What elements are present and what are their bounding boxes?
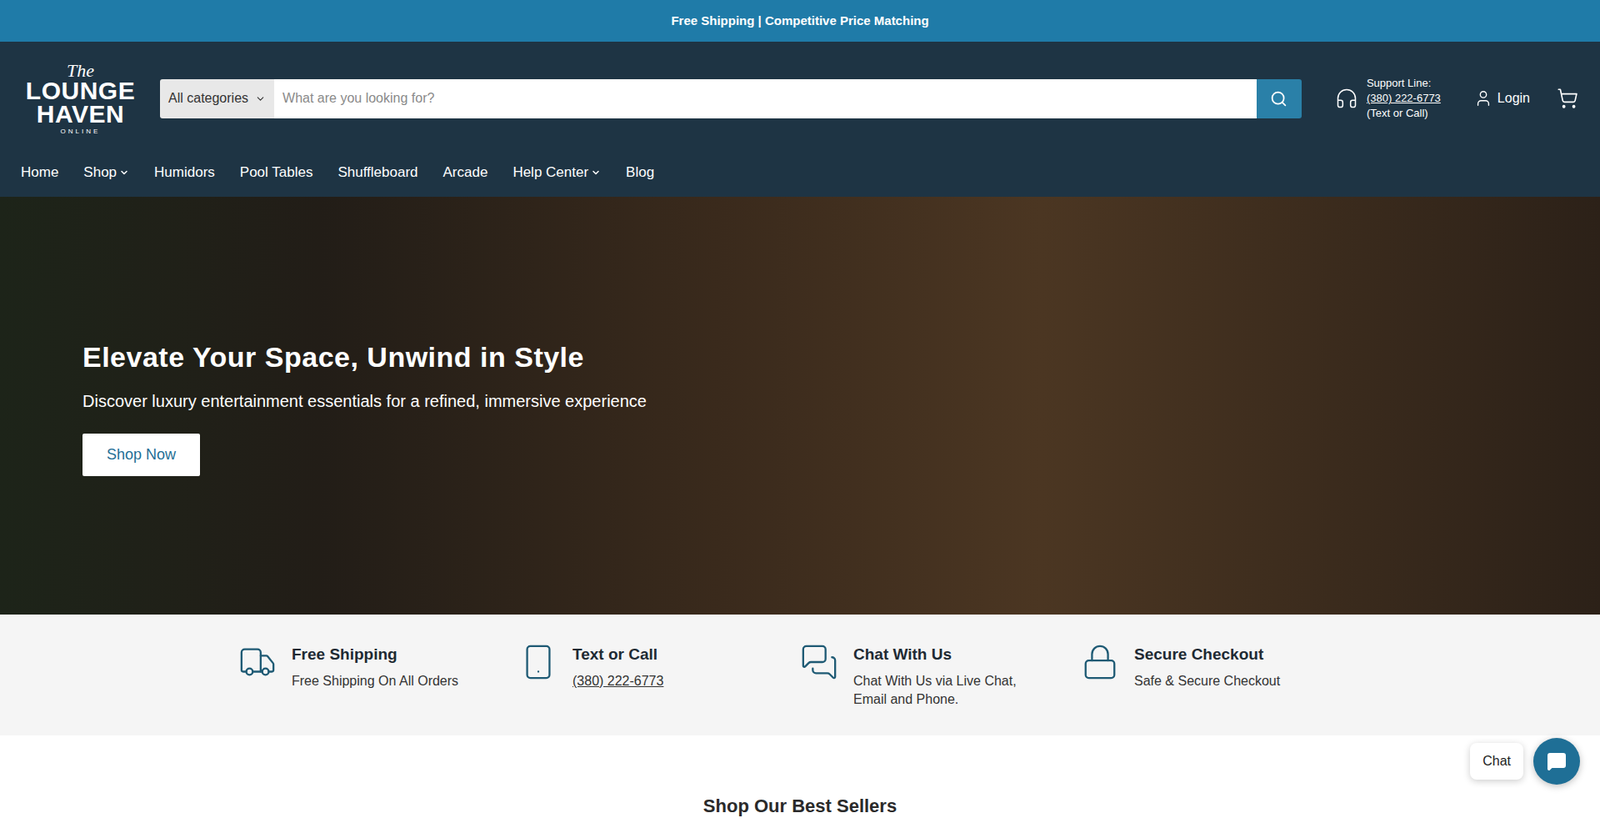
nav-item[interactable]: Pool Tables (240, 161, 314, 184)
login-link[interactable]: Login (1474, 88, 1530, 109)
cart-button[interactable] (1556, 87, 1579, 110)
chevron-down-icon (119, 167, 130, 178)
main-nav: Home Shop Humidors Pool Tables Shuffleboard A… (0, 155, 1600, 197)
logo[interactable]: TheLOUNGEHAVENONLINE (24, 62, 137, 135)
search-button[interactable] (1256, 79, 1302, 119)
chat-icon (1546, 750, 1567, 771)
nav-item[interactable]: Shuffleboard (337, 161, 418, 184)
lock-icon (1080, 642, 1120, 681)
nav-item[interactable]: Shop (83, 161, 130, 184)
search-icon (1270, 90, 1288, 108)
support-phone[interactable]: (380) 222-6773 (1366, 90, 1441, 106)
chat-button[interactable] (1533, 737, 1580, 785)
phone-icon (519, 642, 558, 681)
search-input[interactable]: What are you looking for? (274, 79, 1257, 119)
chat-widget: Chat (1470, 737, 1580, 785)
user-icon (1474, 89, 1493, 108)
shop-now-button[interactable]: Shop Now (82, 433, 200, 476)
features-strip: Free ShippingFree Shipping On All Orders… (0, 614, 1600, 735)
feature-item: Secure CheckoutSafe & Secure Checkout (1080, 642, 1362, 735)
feature-text: Safe & Secure Checkout (1134, 671, 1310, 690)
nav-item[interactable]: Help Center (512, 161, 601, 184)
truck-icon (238, 642, 277, 681)
chat-icon (800, 642, 839, 681)
chevron-down-icon (255, 93, 266, 105)
feature-phone-link[interactable]: (380) 222-6773 (572, 671, 664, 690)
hero-subtitle: Discover luxury entertainment essentials… (82, 388, 1600, 414)
support-line: Support Line:(380) 222-6773(Text or Call… (1335, 75, 1441, 121)
feature-item: Text or Call(380) 222-6773 (519, 642, 800, 735)
feature-text: Free Shipping On All Orders (291, 671, 467, 690)
hero-title: Elevate Your Space, Unwind in Style (82, 335, 1600, 379)
feature-item: Free ShippingFree Shipping On All Orders (238, 642, 520, 735)
announcement-bar: Free Shipping | Competitive Price Matchi… (0, 0, 1600, 42)
support-icon (1335, 86, 1359, 110)
nav-item[interactable]: Arcade (443, 161, 489, 184)
chevron-down-icon (590, 167, 601, 178)
feature-item: Chat With UsChat With Us via Live Chat, … (800, 642, 1081, 735)
nav-item[interactable]: Humidors (154, 161, 215, 184)
page: Free Shipping | Competitive Price Matchi… (0, 0, 1600, 828)
hero: Elevate Your Space, Unwind in Style Disco… (0, 196, 1600, 615)
nav-item[interactable]: Blog (625, 161, 655, 184)
best-sellers-heading: Shop Our Best Sellers (0, 791, 1600, 820)
feature-text: Chat With Us via Live Chat, Email and Ph… (853, 671, 1029, 709)
category-select[interactable]: All categories (160, 79, 275, 119)
cart-icon (1556, 87, 1579, 110)
chat-label[interactable]: Chat (1470, 742, 1524, 780)
search-bar: All categoriesWhat are you looking for? (160, 79, 1302, 119)
header: TheLOUNGEHAVENONLINE All categoriesWhat a… (0, 41, 1600, 197)
nav-item[interactable]: Home (20, 161, 59, 184)
